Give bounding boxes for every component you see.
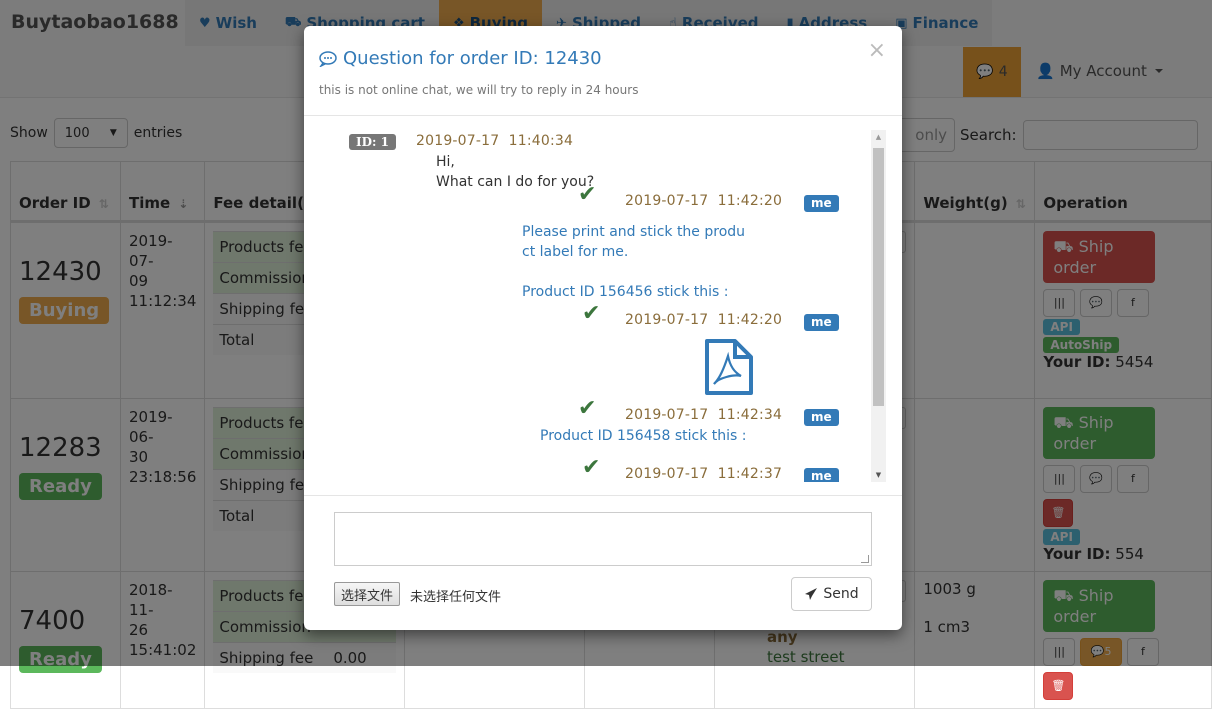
check-icon: ✔ (578, 396, 597, 421)
send-label: Send (823, 586, 859, 602)
send-button[interactable]: Send (791, 577, 872, 611)
question-modal: Question for order ID: 12430 this is not… (304, 26, 902, 630)
message-timestamp: 2019-07-17 11:40:34 (416, 133, 574, 149)
scroll-up-arrow-icon[interactable]: ▲ (871, 130, 886, 144)
message-line: Please print and stick the produ (522, 224, 746, 240)
check-icon: ✔ (582, 455, 601, 480)
modal-title: Question for order ID: 12430 (319, 48, 887, 69)
me-badge: me (804, 409, 839, 426)
modal-footer: 选择文件 未选择任何文件 Send (304, 496, 902, 629)
scroll-thumb[interactable] (873, 148, 884, 406)
scroll-down-arrow-icon[interactable]: ▼ (871, 468, 886, 482)
chat-scrollbar[interactable]: ▲ ▼ (871, 130, 886, 482)
message-line: ct label for me. (522, 244, 629, 260)
me-badge: me (804, 195, 839, 212)
message-timestamp: 2019-07-17 11:42:20 (625, 312, 783, 328)
modal-header: Question for order ID: 12430 this is not… (304, 26, 902, 116)
resize-handle-icon[interactable] (861, 555, 869, 563)
me-badge: me (804, 314, 839, 331)
pdf-file-icon[interactable] (704, 338, 754, 396)
message-textarea[interactable] (334, 512, 872, 566)
chat-body: ID: 1 2019-07-17 11:40:34 Hi, What can I… (304, 116, 902, 496)
message-line (522, 262, 745, 282)
choose-file-button[interactable]: 选择文件 (334, 582, 401, 606)
message-text: Hi, What can I do for you? (436, 152, 594, 192)
me-badge: me (804, 468, 839, 482)
message-timestamp: 2019-07-17 11:42:20 (625, 193, 783, 209)
message-text: Product ID 156458 stick this : (540, 428, 747, 444)
message-line: Hi, (436, 154, 455, 170)
paper-plane-icon (805, 588, 818, 600)
message-timestamp: 2019-07-17 11:42:37 (625, 466, 783, 482)
message-text: Please print and stick the produ ct labe… (522, 222, 745, 302)
comment-dots-icon (319, 50, 337, 67)
message-line: What can I do for you? (436, 174, 595, 190)
sender-id-badge: ID: 1 (349, 134, 396, 150)
modal-subtitle: this is not online chat, we will try to … (319, 83, 639, 97)
trash-icon[interactable]: 🗑 (1043, 672, 1074, 700)
check-icon: ✔ (582, 301, 601, 326)
check-icon: ✔ (578, 182, 597, 207)
modal-title-text: Question for order ID: 12430 (343, 48, 602, 69)
file-status: 未选择任何文件 (410, 590, 502, 605)
chat-thread: ID: 1 2019-07-17 11:40:34 Hi, What can I… (332, 130, 872, 482)
close-button[interactable]: × (868, 38, 886, 63)
message-line: Product ID 156456 stick this : (522, 284, 729, 300)
message-timestamp: 2019-07-17 11:42:34 (625, 407, 783, 423)
